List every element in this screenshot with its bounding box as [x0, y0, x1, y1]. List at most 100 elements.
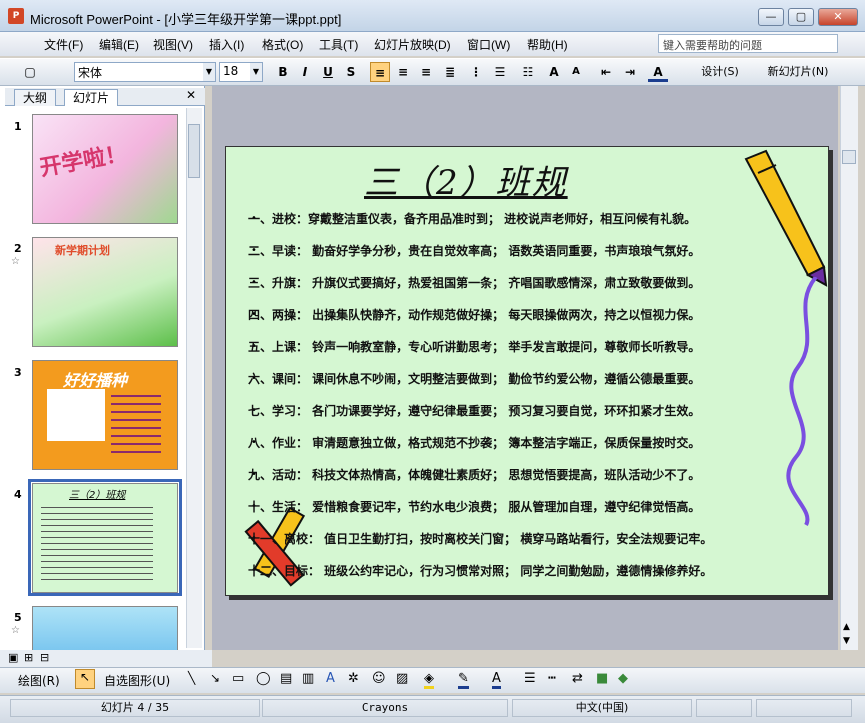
next-slide-icon[interactable]: ▼ [843, 636, 850, 646]
rule-line: 三、升旗： 升旗仪式要搞好，热爱祖国第一条； 齐唱国歌感情深，肃立致敬要做到。 [248, 276, 701, 290]
font-name-value: 宋体 [78, 66, 103, 80]
menu-window[interactable]: 窗口(W) [467, 36, 510, 53]
distributed-icon[interactable]: ≣ [440, 62, 460, 82]
autoshapes-menu-button[interactable]: 自选图形(U) [104, 672, 170, 689]
thumb-text-lines [41, 502, 153, 584]
font-color-draw-icon[interactable]: A [492, 671, 501, 689]
help-search-input[interactable]: 键入需要帮助的问题 [658, 34, 838, 53]
select-pointer-icon[interactable]: ↖ [75, 669, 95, 689]
tab-outline[interactable]: 大纲 [14, 89, 57, 106]
bulleted-list-icon[interactable]: ☰ [490, 62, 510, 82]
chevron-down-icon: ▼ [250, 63, 262, 81]
textbox-tool-icon[interactable]: ▤ [280, 671, 292, 686]
numbered-list-icon[interactable]: ⋮ [466, 62, 486, 82]
animation-star-icon: ☆ [11, 625, 20, 636]
menu-tools[interactable]: 工具(T) [319, 36, 358, 53]
rule-line: 十、生活： 爱惜粮食要记牢，节约水电少浪费； 服从管理加自理，遵守纪律觉悟高。 [248, 500, 701, 514]
crayon-icon [744, 149, 828, 287]
fill-color-icon[interactable]: ◈ [424, 671, 434, 689]
animation-star-icon: ☆ [11, 256, 20, 267]
italic-button[interactable]: I [295, 62, 315, 82]
line-tool-icon[interactable]: ╲ [188, 671, 195, 685]
underline-button[interactable]: U [318, 62, 338, 82]
maximize-button[interactable]: ▢ [788, 8, 814, 26]
font-size-select[interactable]: 18 ▼ [219, 62, 263, 82]
previous-slide-icon[interactable]: ▲ [843, 622, 850, 632]
decrease-indent-icon[interactable]: ⇤ [596, 62, 616, 82]
menu-format[interactable]: 格式(O) [262, 36, 303, 53]
scroll-thumb[interactable] [842, 150, 856, 164]
slide-thumbnail-4[interactable]: 三（2）班规 [32, 483, 178, 593]
arrow-tool-icon[interactable]: ↘ [210, 671, 220, 685]
design-button[interactable]: 设计(S) [690, 62, 750, 82]
menu-slideshow[interactable]: 幻灯片放映(D) [374, 36, 451, 53]
slide-title[interactable]: 三（2）班规 [364, 155, 614, 204]
rule-line: 四、两操： 出操集队快静齐，动作规范做好操； 每天眼操做两次，持之以恒视力保。 [248, 308, 701, 322]
pane-scroll-thumb[interactable] [188, 124, 200, 178]
menu-file[interactable]: 文件(F) [44, 36, 83, 53]
font-color-icon[interactable]: A [648, 62, 668, 82]
slideshow-view-icon[interactable]: ⊟ [40, 651, 49, 664]
dash-style-icon[interactable]: ┅ [548, 671, 556, 686]
slide-number: 5 [14, 611, 22, 624]
3d-style-icon[interactable]: ◆ [618, 671, 628, 686]
bullets-icon[interactable]: ☷ [518, 62, 538, 82]
align-center-icon[interactable]: ≡ [393, 62, 413, 82]
slide-thumbnail-5[interactable] [32, 606, 178, 650]
slide-count-status: 幻灯片 4 / 35 [10, 699, 260, 717]
shadow-button[interactable]: S [341, 62, 361, 82]
menu-view[interactable]: 视图(V) [153, 36, 193, 53]
menu-insert[interactable]: 插入(I) [209, 36, 244, 53]
slide-number: 1 [14, 120, 22, 133]
wordart-icon[interactable]: A [326, 671, 335, 686]
thumb-text-lines [111, 389, 161, 459]
thumb-title: 三（2）班规 [69, 490, 126, 501]
increase-font-icon[interactable]: A [544, 62, 564, 82]
slide-thumbnail-3[interactable]: 好好播种 [32, 360, 178, 470]
new-slide-button[interactable]: 新幻灯片(N) [755, 62, 841, 82]
tab-slides[interactable]: 幻灯片 [64, 89, 119, 106]
close-button[interactable]: ✕ [818, 8, 858, 26]
align-left-icon[interactable]: ≡ [370, 62, 390, 82]
increase-indent-icon[interactable]: ⇥ [620, 62, 640, 82]
status-slot [696, 699, 752, 717]
diagram-icon[interactable]: ✲ [348, 671, 359, 686]
status-slot [756, 699, 852, 717]
slide-thumbnail-1[interactable]: 开学啦！ [32, 114, 178, 224]
arrow-style-icon[interactable]: ⇄ [572, 671, 583, 686]
crayons-bundle-icon [244, 507, 306, 587]
pane-scrollbar[interactable] [186, 108, 202, 648]
vertical-textbox-icon[interactable]: ▥ [302, 671, 314, 686]
align-right-icon[interactable]: ≡ [416, 62, 436, 82]
new-document-icon[interactable]: ▢ [20, 62, 40, 82]
slide-sorter-icon[interactable]: ⊞ [24, 651, 33, 664]
picture-icon[interactable]: ▨ [396, 671, 408, 686]
clipart-icon[interactable]: ☺ [372, 671, 386, 686]
normal-view-icon[interactable]: ▣ [8, 651, 18, 664]
oval-tool-icon[interactable]: ◯ [256, 671, 271, 686]
font-name-select[interactable]: 宋体 ▼ [74, 62, 216, 82]
rectangle-tool-icon[interactable]: ▭ [232, 671, 244, 686]
close-pane-icon[interactable]: ✕ [186, 88, 196, 102]
rule-line: 二、早读： 勤奋好学争分秒，贵在自觉效率高； 语数英语同重要，书声琅琅气氛好。 [248, 244, 701, 258]
powerpoint-app-icon[interactable]: P [8, 8, 24, 24]
menu-help[interactable]: 帮助(H) [527, 36, 568, 53]
vertical-scrollbar[interactable] [840, 86, 858, 650]
rule-line: 八、作业： 审清题意独立做，格式规范不抄袭； 簿本整洁字端正，保质保量按时交。 [248, 436, 701, 450]
slide-thumbnail-2[interactable]: 新学期计划 [32, 237, 178, 347]
line-color-icon[interactable]: ✎ [458, 671, 469, 689]
shadow-style-icon[interactable]: ■ [596, 671, 608, 686]
slide-number: 3 [14, 366, 22, 379]
line-style-icon[interactable]: ☰ [524, 671, 536, 686]
rule-line: 九、活动： 科技文体热情高，体魄健壮素质好； 思想觉悟要提高，班队活动少不了。 [248, 468, 701, 482]
minimize-button[interactable]: — [758, 8, 784, 26]
decrease-font-icon[interactable]: A [566, 62, 586, 82]
bold-button[interactable]: B [273, 62, 293, 82]
chevron-down-icon: ▼ [203, 63, 215, 81]
slide-canvas[interactable]: 三（2）班规 • 一、进校：穿戴整洁重仪表，备齐用品准时到； 进校说声老师好，相… [225, 146, 829, 596]
thumb-title: 新学期计划 [55, 244, 110, 257]
menu-edit[interactable]: 编辑(E) [99, 36, 139, 53]
rule-line: 一、进校：穿戴整洁重仪表，备齐用品准时到； 进校说声老师好，相互问候有礼貌。 [248, 212, 697, 226]
draw-menu-button[interactable]: 绘图(R) [18, 672, 60, 689]
rule-line: 十一、离校： 值日卫生勤打扫，按时离校关门窗； 横穿马路站看行，安全法规要记牢。 [248, 532, 713, 546]
